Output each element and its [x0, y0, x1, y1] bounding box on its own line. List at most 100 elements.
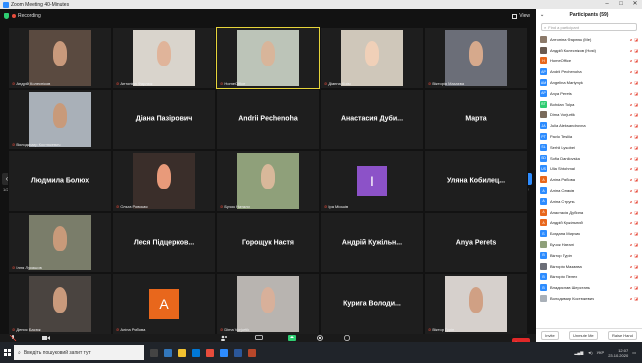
participant-row[interactable]: SL Serhii Lysobei ø ◪ — [536, 142, 642, 153]
muted-mic-icon: ⊘ — [116, 203, 120, 209]
participant-row[interactable]: Dima Vorjurtik ø ◪ — [536, 110, 642, 121]
volume-icon[interactable]: ◄) — [587, 350, 592, 355]
participant-row[interactable]: JA Julia Aleksandrovna ø ◪ — [536, 120, 642, 131]
minimize-button[interactable]: – — [600, 0, 614, 9]
participants-icon — [221, 335, 228, 341]
video-tile[interactable]: Горощук Настя — [216, 211, 320, 274]
invite-button[interactable]: Invite — [541, 331, 559, 340]
video-tile[interactable]: Anya Perets — [424, 211, 528, 274]
participant-status-icons: ø ◪ — [622, 134, 638, 139]
participant-face — [468, 41, 484, 67]
participant-status-icons: ø ◪ — [622, 253, 638, 258]
participant-row[interactable]: A Андрій Кужільний ø ◪ — [536, 218, 642, 229]
participant-search-placeholder: Find a participant — [548, 24, 579, 30]
participant-name-display: Курига Володи... — [343, 300, 401, 308]
participant-row[interactable]: PT Pavlo Tesliia ø ◪ — [536, 131, 642, 142]
network-icon[interactable]: ▂▄▆ — [574, 350, 583, 355]
video-tile[interactable]: ⊘ Dima Vorjurtik — [216, 273, 320, 335]
record-icon — [317, 335, 324, 341]
participant-row[interactable]: Бучок Наталі ø ◪ — [536, 239, 642, 250]
participant-row[interactable]: Володимир Костюкевич ø ◪ — [536, 293, 642, 304]
video-tile[interactable]: ⊘ HomeOffice — [216, 27, 320, 89]
video-tile[interactable]: ⊘ Антоніна Фарлюк — [112, 27, 216, 89]
video-tile[interactable]: Уляна Кобилец... — [424, 150, 528, 212]
participant-video — [29, 214, 91, 271]
video-tile[interactable]: ⊘ Андрій Колесніков — [8, 27, 112, 89]
video-tile[interactable]: ⊘ Ілля Лукашов — [8, 211, 112, 274]
participant-name: HomeOffice — [550, 58, 572, 64]
video-tile[interactable]: Андрій Кужільн... — [320, 211, 424, 274]
participant-row[interactable]: AP Anya Perets ø ◪ — [536, 88, 642, 99]
language-indicator[interactable]: УКР — [597, 350, 605, 355]
participant-row[interactable]: B Владислав Шерстань ø ◪ — [536, 282, 642, 293]
participant-row[interactable]: BT Bohdan Tolpa ø ◪ — [536, 99, 642, 110]
participant-row[interactable]: AP Andrii Pechenoha ø ◪ — [536, 66, 642, 77]
participant-row[interactable]: Вікторія Мазаєва ø ◪ — [536, 261, 642, 272]
video-tile[interactable]: ⊘ Денис Басюк — [8, 273, 112, 335]
video-tile[interactable]: ⊘ Діанна Кізім — [320, 27, 424, 89]
participant-row[interactable]: Андрій Колесніков (Host) ø ◪ — [536, 45, 642, 56]
view-button[interactable]: View — [512, 13, 530, 19]
clock[interactable]: 12:07 23.10.2020 — [608, 348, 628, 358]
video-tile[interactable]: Andrii Pechenoha — [216, 88, 320, 151]
participant-avatar — [540, 111, 547, 119]
participant-row[interactable]: A Аліна Рябова ø ◪ — [536, 174, 642, 185]
participant-row[interactable]: Антоніна Фарлюк (Me) ø ◪ — [536, 34, 642, 45]
video-tile[interactable]: Діана Пазірович — [112, 88, 216, 151]
muted-mic-icon: ø — [629, 90, 633, 96]
tile-name-label: ⊘ Аліна Рябова — [116, 327, 145, 332]
muted-mic-icon: ø — [629, 231, 633, 237]
video-tile[interactable]: Анастасия Дуби... — [320, 88, 424, 151]
word-icon[interactable] — [234, 348, 242, 357]
tile-name-label: ⊘ Ірa Міськів — [324, 204, 348, 209]
video-tile[interactable]: Курига Володи... — [320, 273, 424, 335]
video-tile[interactable]: ⊘ Володимир Костюкевич — [8, 88, 112, 151]
notifications-icon[interactable]: ▭ — [632, 350, 636, 355]
raise-hand-button[interactable]: Raise Hand — [607, 331, 637, 340]
participant-row[interactable]: US Ulia Shtohmal ø ◪ — [536, 164, 642, 175]
unmute-me-button[interactable]: Unmute Me — [568, 331, 598, 340]
video-tile[interactable]: ⊘ Ольга Ровская — [112, 150, 216, 212]
powerpoint-icon[interactable] — [248, 348, 256, 357]
video-tile[interactable]: I ⊘ Ірa Міськів — [320, 150, 424, 212]
participant-face — [364, 41, 380, 67]
video-tile[interactable]: Марта — [424, 88, 528, 151]
participant-row[interactable]: H HomeOffice ø ◪ — [536, 56, 642, 67]
zoom-taskbar-icon[interactable] — [220, 348, 228, 357]
reactions-smiley-icon — [343, 335, 350, 341]
participant-row[interactable]: A Аліна Струнь ø ◪ — [536, 196, 642, 207]
participant-name: Вікторія Мазаєва — [550, 263, 582, 269]
task-view-icon[interactable] — [150, 348, 158, 357]
collapse-chevron-icon[interactable]: ⌄ — [540, 9, 544, 21]
maximize-button[interactable]: □ — [614, 0, 628, 9]
participant-search-input[interactable]: ⌕ Find a participant — [541, 23, 637, 31]
edge-browser-icon[interactable] — [164, 348, 172, 357]
security-shield-icon[interactable] — [4, 13, 9, 19]
participant-status-icons: ø ◪ — [622, 112, 638, 117]
video-tile[interactable]: Леся Підцерков... — [112, 211, 216, 274]
participant-row[interactable]: Б Богдана Мирчик ø ◪ — [536, 228, 642, 239]
taskbar-search-input[interactable]: ⌕ Введіть пошуковий запит тут — [14, 345, 144, 360]
participant-status-icons: ø ◪ — [622, 264, 638, 269]
participant-row[interactable]: B Віктор Гурін ø ◪ — [536, 250, 642, 261]
store-icon[interactable] — [192, 348, 200, 357]
participant-row[interactable]: SD Sofia Danilovska ø ◪ — [536, 153, 642, 164]
close-button[interactable]: ✕ — [628, 0, 642, 9]
opera-browser-icon[interactable] — [206, 348, 214, 357]
video-tile[interactable]: ⊘ Бучок Натали — [216, 150, 320, 212]
file-explorer-icon[interactable] — [178, 348, 186, 357]
video-tile[interactable]: Людмила Болюх — [8, 150, 112, 212]
video-tile[interactable]: ⊘ Віктор Гурін — [424, 273, 528, 335]
window-titlebar: Zoom Meeting 40-Minutes – □ ✕ — [0, 0, 642, 9]
participant-face — [52, 102, 68, 128]
muted-mic-icon: ⊘ — [12, 80, 16, 86]
video-tile[interactable]: A ⊘ Аліна Рябова — [112, 273, 216, 335]
start-button[interactable] — [0, 342, 14, 363]
participant-row[interactable]: AM Angelina Martynyk ø ◪ — [536, 77, 642, 88]
participant-row[interactable]: A Анастасія Дубина ø ◪ — [536, 207, 642, 218]
participant-video — [341, 30, 403, 86]
participant-row[interactable]: B Вікторія Пелех ø ◪ — [536, 272, 642, 283]
participant-row[interactable]: A Аліна Семків ø ◪ — [536, 185, 642, 196]
video-off-icon: ◪ — [634, 188, 638, 194]
video-tile[interactable]: ⊘ Вікторія Мазаєва — [424, 27, 528, 89]
